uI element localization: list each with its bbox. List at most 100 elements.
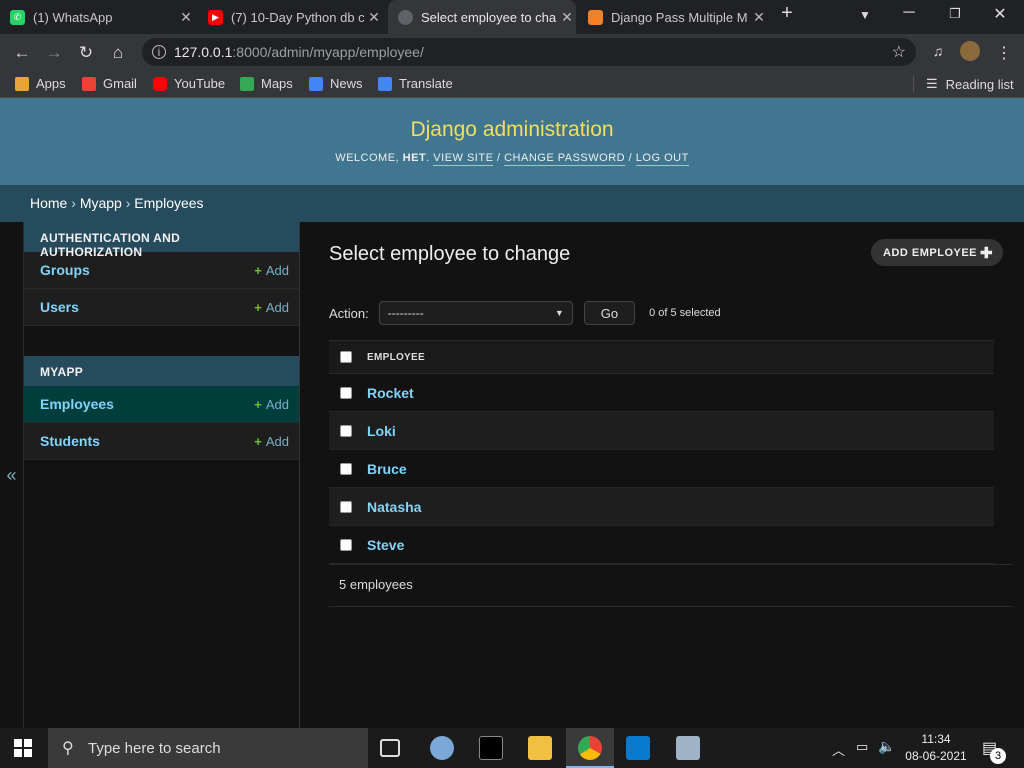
- bookmark-news[interactable]: News: [309, 76, 363, 91]
- url-host: 127.0.0.1: [174, 44, 233, 60]
- gmail-icon: [82, 76, 96, 91]
- module-caption[interactable]: Authentication and Authorization: [24, 222, 299, 259]
- tab-title: (7) 10-Day Python db c: [231, 9, 365, 25]
- info-icon[interactable]: i: [152, 45, 166, 59]
- tab-youtube[interactable]: ▶ (7) 10-Day Python db c ✕: [208, 0, 383, 34]
- windows-start-icon[interactable]: [14, 739, 32, 757]
- separator: /: [496, 152, 501, 164]
- employee-link[interactable]: Natasha: [367, 499, 421, 515]
- url-field[interactable]: i 127.0.0.1:8000/admin/myapp/employee/ ☆: [142, 38, 916, 66]
- employee-link[interactable]: Loki: [367, 423, 396, 439]
- add-students-link[interactable]: + Add: [254, 434, 289, 449]
- tab-select-employee[interactable]: Select employee to cha ✕: [388, 0, 576, 34]
- sidebar-item-label[interactable]: Students: [40, 433, 100, 449]
- add-groups-link[interactable]: + Add: [254, 263, 289, 278]
- add-users-link[interactable]: + Add: [254, 300, 289, 315]
- back-icon[interactable]: ←: [12, 43, 32, 63]
- translate-icon: [378, 76, 392, 91]
- bookmark-star-icon[interactable]: ☆: [892, 42, 906, 62]
- site-name[interactable]: Django administration: [0, 118, 1024, 142]
- file-explorer-icon[interactable]: [528, 736, 552, 760]
- search-icon: ⚲: [62, 740, 74, 757]
- row-checkbox[interactable]: [340, 538, 352, 551]
- module-caption[interactable]: Myapp: [24, 356, 299, 386]
- vscode-icon[interactable]: [626, 736, 650, 760]
- youtube-icon: ▶: [208, 9, 223, 25]
- row-checkbox[interactable]: [340, 462, 352, 475]
- plus-icon: +: [254, 433, 262, 449]
- notification-badge: 3: [990, 748, 1006, 764]
- close-icon[interactable]: ✕: [750, 9, 768, 26]
- sidebar-item-label[interactable]: Groups: [40, 262, 90, 278]
- action-select[interactable]: --------- ▼: [378, 301, 573, 325]
- employee-link[interactable]: Bruce: [367, 461, 407, 477]
- select-all-checkbox[interactable]: [340, 351, 352, 363]
- sidebar-toggle-icon[interactable]: «: [0, 222, 24, 728]
- home-icon[interactable]: ⌂: [108, 43, 128, 63]
- bookmark-youtube[interactable]: YouTube: [153, 76, 225, 91]
- bookmark-apps[interactable]: Apps: [15, 76, 66, 91]
- restore-icon[interactable]: ❐: [940, 6, 970, 22]
- table-row: Rocket: [329, 374, 994, 412]
- close-icon[interactable]: ✕: [177, 9, 195, 26]
- menu-kebab-icon[interactable]: ⋮: [994, 43, 1014, 63]
- stackoverflow-icon: [588, 9, 603, 25]
- sidebar-item-employees: Employees + Add: [24, 386, 299, 423]
- bookmark-label: Gmail: [103, 76, 137, 91]
- column-header-employee[interactable]: EMPLOYEE: [367, 352, 425, 363]
- bookmark-maps[interactable]: Maps: [240, 76, 293, 91]
- minimize-icon[interactable]: ─: [894, 4, 924, 22]
- app-icon[interactable]: [430, 736, 454, 760]
- maps-icon: [240, 76, 254, 91]
- terminal-icon[interactable]: [479, 736, 503, 760]
- news-icon: [309, 76, 323, 91]
- row-checkbox[interactable]: [340, 386, 352, 399]
- app-icon[interactable]: [676, 736, 700, 760]
- table-header: EMPLOYEE: [329, 340, 994, 374]
- bookmark-translate[interactable]: Translate: [378, 76, 453, 91]
- tab-search-icon[interactable]: ▼: [850, 8, 880, 22]
- sidebar-item-label[interactable]: Employees: [40, 396, 114, 412]
- taskbar-chrome-active[interactable]: [566, 728, 614, 768]
- new-tab-icon[interactable]: +: [772, 2, 802, 25]
- user-tools: Welcome, Het. View site / Change passwor…: [335, 152, 689, 166]
- log-out-link[interactable]: Log out: [635, 152, 689, 166]
- view-site-link[interactable]: View site: [433, 152, 494, 166]
- change-password-link[interactable]: Change password: [504, 152, 626, 166]
- add-employee-button[interactable]: ADD EMPLOYEE ✚: [871, 239, 1004, 266]
- close-window-icon[interactable]: ✕: [985, 4, 1015, 24]
- breadcrumb-app[interactable]: Myapp: [80, 195, 122, 211]
- chevron-down-icon: ▼: [554, 308, 564, 318]
- apps-grid-icon: [15, 76, 29, 91]
- taskbar-search-input[interactable]: ⚲ Type here to search: [48, 728, 368, 768]
- row-checkbox[interactable]: [340, 500, 352, 513]
- search-placeholder: Type here to search: [88, 739, 221, 757]
- avatar[interactable]: [960, 41, 980, 61]
- sidebar-item-label[interactable]: Users: [40, 299, 79, 315]
- reading-list-button[interactable]: ☰ Reading list: [913, 76, 1014, 92]
- bookmarks-bar: Apps Gmail YouTube Maps News Translate ☰…: [0, 70, 1024, 98]
- employee-link[interactable]: Steve: [367, 537, 404, 553]
- network-icon[interactable]: ▭: [856, 739, 868, 755]
- tab-stackoverflow[interactable]: Django Pass Multiple M ✕: [588, 0, 768, 34]
- close-icon[interactable]: ✕: [365, 9, 383, 26]
- clock[interactable]: 11:34 08-06-2021: [903, 732, 969, 763]
- module-auth: Authentication and Authorization Groups …: [24, 222, 299, 326]
- reload-icon[interactable]: ↻: [76, 43, 96, 63]
- forward-icon[interactable]: →: [44, 43, 64, 63]
- row-checkbox[interactable]: [340, 424, 352, 437]
- bookmark-gmail[interactable]: Gmail: [82, 76, 137, 91]
- add-label: Add: [265, 262, 289, 278]
- close-icon[interactable]: ✕: [558, 9, 576, 26]
- breadcrumb-home[interactable]: Home: [30, 195, 67, 211]
- tab-whatsapp[interactable]: ✆ (1) WhatsApp ✕: [10, 0, 195, 34]
- bookmark-label: News: [330, 76, 363, 91]
- task-view-icon[interactable]: [380, 739, 400, 757]
- go-button[interactable]: Go: [583, 301, 636, 325]
- page-title: Select employee to change: [329, 243, 571, 265]
- volume-icon[interactable]: 🔈: [878, 738, 895, 755]
- chevron-up-icon[interactable]: ︿: [832, 740, 845, 759]
- media-control-icon[interactable]: ♫: [928, 43, 948, 59]
- add-employees-link[interactable]: + Add: [254, 397, 289, 412]
- employee-link[interactable]: Rocket: [367, 385, 414, 401]
